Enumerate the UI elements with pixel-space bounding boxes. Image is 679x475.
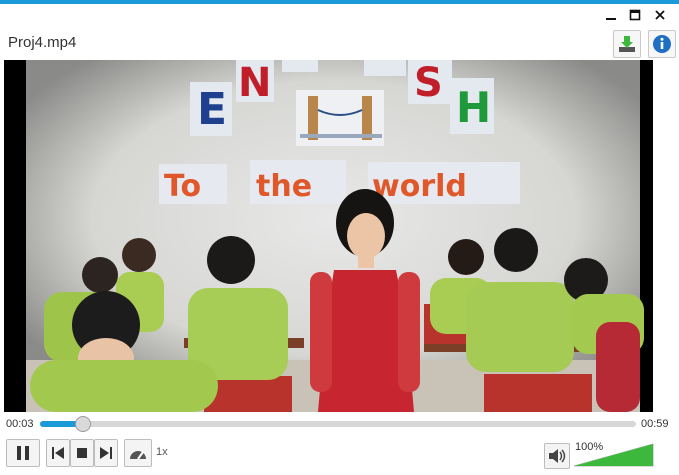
speaker-icon: [549, 449, 566, 463]
skip-next-icon: [100, 447, 112, 459]
stop-icon: [77, 448, 87, 458]
maximize-button[interactable]: [624, 6, 646, 24]
mute-button[interactable]: [544, 443, 570, 469]
slogan-word-2: the: [256, 169, 312, 204]
seek-handle[interactable]: [74, 416, 91, 432]
video-scene: E N S H To the world: [4, 60, 653, 412]
info-icon: [653, 35, 671, 53]
close-icon: [655, 10, 665, 20]
download-icon: [619, 36, 635, 52]
previous-button[interactable]: [46, 439, 70, 467]
wall-letter-e: E: [197, 84, 227, 135]
skip-previous-icon: [52, 447, 64, 459]
file-title: Proj4.mp4: [8, 34, 77, 51]
slogan-word-3: world: [372, 169, 467, 204]
volume-slider[interactable]: [574, 443, 654, 467]
next-button[interactable]: [94, 439, 118, 467]
speedometer-icon: [130, 451, 146, 460]
slogan-word-1: To: [164, 169, 201, 204]
minimize-icon: [606, 18, 616, 20]
wall-letter-n: N: [238, 60, 271, 106]
window-accent-bar: [0, 0, 679, 4]
elapsed-time: 00:03: [6, 418, 34, 430]
wall-letter-h: H: [456, 83, 491, 132]
download-button[interactable]: [613, 30, 641, 58]
total-time: 00:59: [641, 418, 669, 430]
playback-speed-button[interactable]: [124, 439, 152, 467]
info-button[interactable]: [648, 30, 676, 58]
close-button[interactable]: [649, 6, 671, 24]
stop-button[interactable]: [70, 439, 94, 467]
seek-bar[interactable]: [40, 416, 636, 432]
pause-button[interactable]: [6, 439, 40, 467]
pause-icon: [17, 446, 29, 460]
video-frame[interactable]: E N S H To the world: [4, 60, 653, 412]
maximize-icon: [629, 9, 641, 21]
playback-speed-label: 1x: [156, 446, 168, 458]
minimize-button[interactable]: [600, 6, 622, 24]
wall-letter-s: S: [414, 60, 443, 106]
